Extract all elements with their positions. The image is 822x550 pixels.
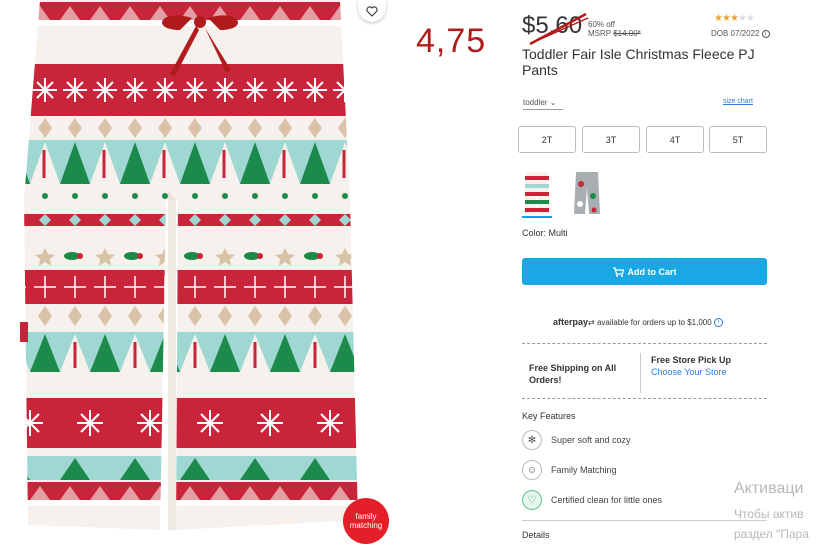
divider [640, 353, 641, 393]
divider [522, 343, 767, 344]
info-icon[interactable]: i [713, 318, 723, 328]
price-strikethrough-mark [529, 12, 589, 46]
dob-text: DOB 07/2022 [711, 29, 760, 38]
rating-stars[interactable]: ★★★★★ [714, 13, 755, 24]
msrp-value: $14.00* [613, 29, 641, 38]
choose-store-link[interactable]: Choose Your Store [651, 366, 731, 378]
info-icon[interactable]: i [761, 29, 770, 38]
product-title: Toddler Fair Isle Christmas Fleece PJ Pa… [522, 46, 755, 78]
add-to-cart-label: Add to Cart [627, 266, 677, 277]
badge-line-1: family [355, 512, 377, 521]
star-icon: ★ [737, 13, 747, 24]
star-icon: ★ [721, 13, 731, 24]
free-shipping-text: Free Shipping on All Orders! [529, 363, 617, 385]
cart-icon [612, 266, 624, 277]
afterpay-message: afterpay⇄ available for orders up to $1,… [553, 317, 723, 328]
watermark-line: раздел "Пара [734, 527, 809, 541]
heart-icon [366, 5, 378, 17]
os-activation-watermark-text: Чтобы актив раздел "Пара [734, 504, 809, 544]
price-row: $5.60 60% off MSRP $14.00* ★★★★★ DOB 07/… [522, 12, 772, 46]
details-label: Details [522, 530, 550, 540]
color-swatch-multi[interactable] [522, 170, 552, 218]
size-option-2t[interactable]: 2T [518, 126, 576, 153]
add-to-cart-button[interactable]: Add to Cart [522, 258, 767, 285]
swatch-thumbnail [574, 172, 600, 214]
divider [522, 520, 767, 521]
family-matching-badge: family matching [343, 498, 389, 544]
feature-label: Family Matching [551, 465, 617, 475]
size-range-value: toddler [523, 98, 548, 107]
handwritten-price-annotation: 4,75 [416, 22, 487, 60]
key-features-title: Key Features [522, 411, 576, 421]
product-image: family matching [0, 0, 400, 550]
star-icon: ★ [729, 13, 739, 24]
feature-label: Certified clean for little ones [551, 495, 663, 505]
size-option-5t[interactable]: 5T [709, 126, 767, 153]
size-option-4t[interactable]: 4T [646, 126, 704, 153]
msrp-label: MSRP [588, 29, 611, 38]
feature-item: ☺ Family Matching [522, 460, 617, 480]
snowflake-icon: ✻ [522, 430, 542, 450]
afterpay-text: available for orders up to $1,000 [596, 318, 712, 327]
size-option-3t[interactable]: 3T [582, 126, 640, 153]
feature-item: ♡ Certified clean for little ones [522, 490, 662, 510]
divider [522, 398, 767, 399]
feature-label: Super soft and cozy [551, 435, 631, 445]
pajama-pants-image [20, 0, 358, 530]
store-pickup: Free Store Pick Up Choose Your Store [651, 354, 731, 378]
badge-line-2: matching [349, 521, 383, 530]
family-icon: ☺ [522, 460, 542, 480]
size-range-select[interactable]: toddler ⌄ [523, 98, 563, 110]
color-swatch-gray[interactable] [572, 170, 602, 218]
chevron-down-icon: ⌄ [549, 98, 557, 107]
msrp: MSRP $14.00* [588, 29, 641, 38]
afterpay-logo: afterpay [553, 317, 589, 327]
star-icon: ★ [745, 13, 755, 24]
details-accordion[interactable]: Details [522, 530, 767, 540]
size-chart-link[interactable]: size chart [723, 98, 753, 105]
swatch-thumbnail [524, 172, 550, 214]
color-label: Color: Multi [522, 228, 568, 238]
percent-off: 60% off [588, 20, 615, 29]
os-activation-watermark: Активаци [734, 480, 804, 497]
feature-item: ✻ Super soft and cozy [522, 430, 631, 450]
dob-label: DOB 07/2022 i [711, 29, 770, 38]
store-pickup-title: Free Store Pick Up [651, 355, 732, 365]
watermark-line: Чтобы актив [734, 507, 804, 521]
star-icon: ★ [714, 13, 723, 24]
certified-icon: ♡ [522, 490, 542, 510]
afterpay-arrows-icon: ⇄ [588, 318, 595, 327]
